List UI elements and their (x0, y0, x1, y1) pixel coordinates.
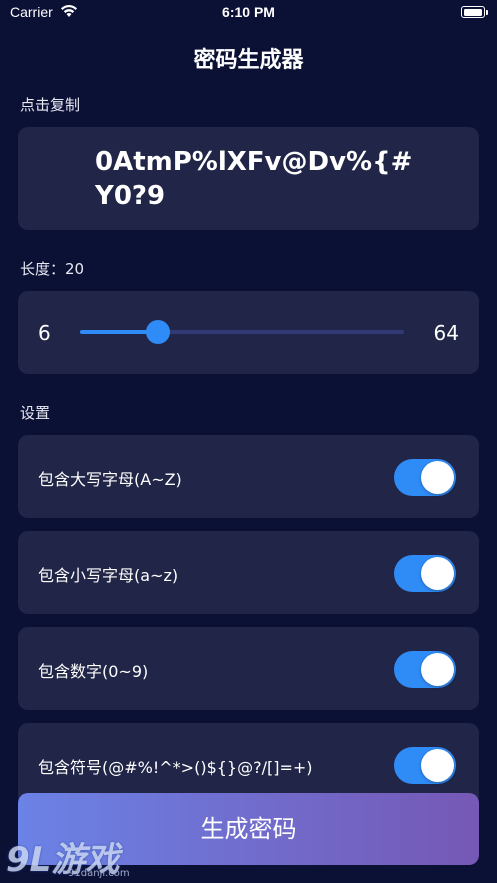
digits-toggle[interactable] (394, 651, 456, 688)
toggle-knob (421, 461, 454, 494)
length-label: 长度：20 (20, 260, 85, 278)
option-label: 包含数字(0~9) (38, 662, 149, 681)
settings-label: 设置 (20, 404, 51, 422)
generated-password[interactable]: 0AtmP%lXFv@Dv%{#Y0?9 (95, 145, 425, 213)
option-digits: 包含数字(0~9) (18, 627, 479, 710)
slider-max-label: 64 (433, 321, 459, 345)
status-bar: Carrier 6:10 PM (0, 0, 497, 26)
symbols-toggle[interactable] (394, 747, 456, 784)
toggle-knob (421, 557, 454, 590)
uppercase-toggle[interactable] (394, 459, 456, 496)
copy-hint-label: 点击复制 (20, 96, 81, 114)
watermark-url: 91danji.com (68, 868, 130, 879)
status-time: 6:10 PM (222, 4, 275, 20)
option-label: 包含大写字母(A~Z) (38, 470, 182, 489)
lowercase-toggle[interactable] (394, 555, 456, 592)
slider-thumb[interactable] (146, 320, 171, 344)
battery-icon (461, 6, 488, 18)
toggle-knob (421, 653, 454, 686)
length-slider-card: 6 64 (18, 291, 479, 374)
toggle-knob (421, 749, 454, 782)
password-card[interactable]: 0AtmP%lXFv@Dv%{#Y0?9 (18, 127, 479, 230)
option-uppercase: 包含大写字母(A~Z) (18, 435, 479, 518)
page-title: 密码生成器 (193, 48, 304, 73)
option-label: 包含小写字母(a~z) (38, 566, 179, 585)
length-slider[interactable] (80, 320, 404, 344)
option-lowercase: 包含小写字母(a~z) (18, 531, 479, 614)
slider-min-label: 6 (38, 321, 51, 345)
watermark-logo: 9L游戏 91danji.com (6, 832, 130, 881)
option-label: 包含符号(@#%!^*>()${}@?/[]=+) (38, 758, 313, 777)
